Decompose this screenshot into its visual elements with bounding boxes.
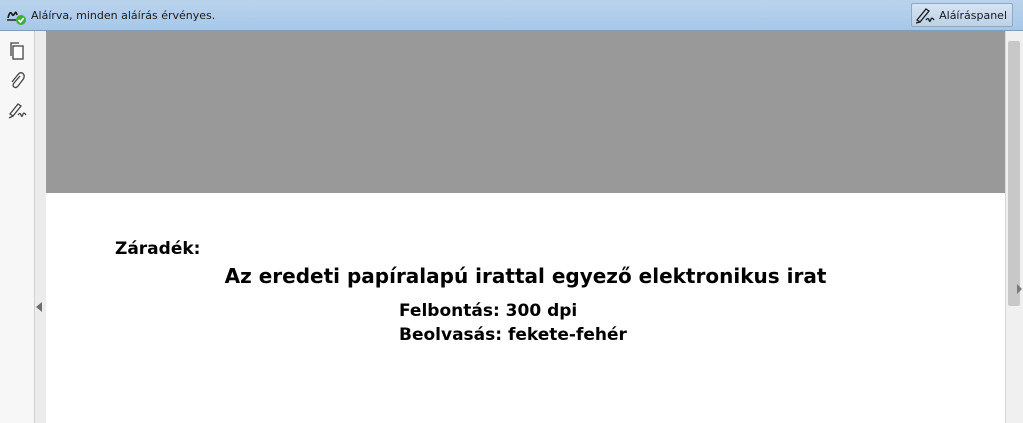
attachments-button[interactable] bbox=[5, 68, 29, 92]
scrollbar-thumb[interactable] bbox=[1008, 41, 1020, 306]
vertical-scrollbar[interactable] bbox=[1005, 31, 1023, 423]
signatures-button[interactable] bbox=[5, 99, 29, 123]
signature-valid-icon bbox=[7, 11, 26, 25]
collapse-pane-arrow-icon[interactable] bbox=[36, 302, 42, 312]
signature-status-bar: Aláírva, minden aláírás érvényes. Aláírá… bbox=[0, 0, 1023, 31]
signature-pen-icon bbox=[915, 8, 935, 24]
navigation-pane bbox=[0, 31, 35, 423]
clause-label: Záradék: bbox=[115, 239, 201, 259]
page-gray-header bbox=[46, 31, 1005, 193]
document-viewer: Záradék: Az eredeti papíralapú irattal e… bbox=[46, 31, 1005, 423]
attachment-icon bbox=[11, 72, 25, 89]
pages-button[interactable] bbox=[5, 39, 29, 63]
resolution-line: Felbontás: 300 dpi bbox=[399, 301, 578, 321]
scan-mode-line: Beolvasás: fekete-fehér bbox=[399, 325, 627, 345]
signature-status-text: Aláírva, minden aláírás érvényes. bbox=[31, 9, 216, 22]
pages-icon bbox=[10, 42, 24, 60]
document-heading: Az eredeti papíralapú irattal egyező ele… bbox=[224, 264, 827, 288]
signature-panel-button[interactable]: Aláíráspanel bbox=[911, 3, 1013, 27]
expand-right-arrow-icon[interactable] bbox=[1017, 284, 1022, 294]
signature-panel-label: Aláíráspanel bbox=[939, 8, 1007, 22]
signature-icon bbox=[8, 103, 27, 119]
